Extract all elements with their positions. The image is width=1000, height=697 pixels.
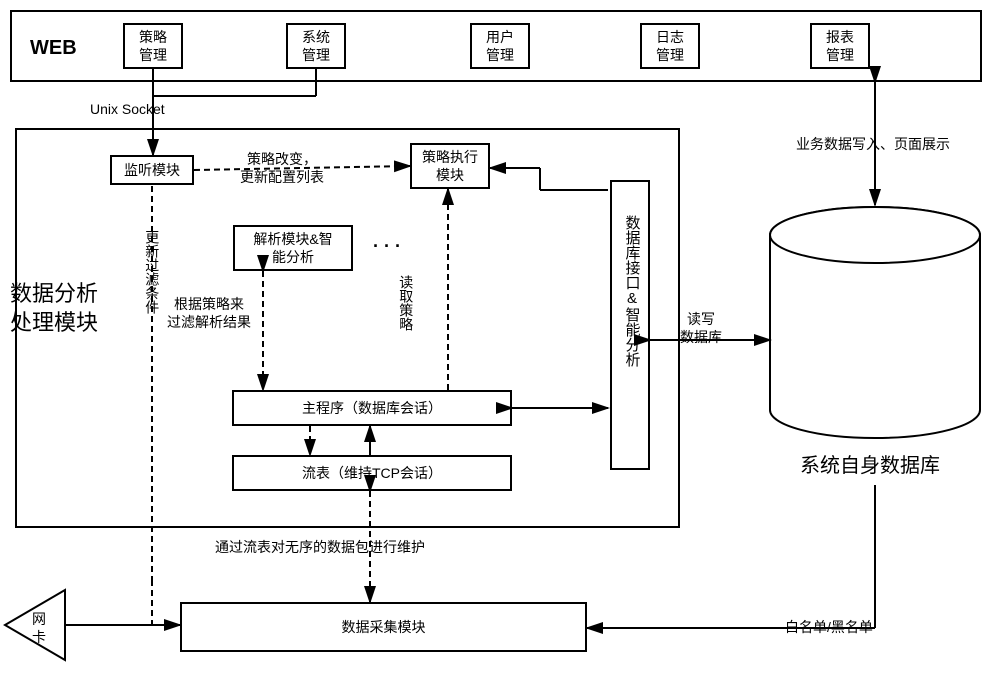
listen-module: 监听模块 (110, 155, 194, 185)
collect-module: 数据采集模块 (180, 602, 587, 652)
main-program: 主程序（数据库会话） (232, 390, 512, 426)
menu-user: 用户 管理 (470, 23, 530, 69)
biz-write-label: 业务数据写入、页面展示 (796, 135, 950, 153)
rw-db-label: 读写 数据库 (680, 310, 722, 346)
own-db-label: 系统自身数据库 (800, 453, 940, 479)
flow-maintain-label: 通过流表对无序的数据包进行维护 (215, 538, 425, 556)
read-policy-label: 读取策略 (397, 275, 415, 331)
flow-table: 流表（维持TCP会话） (232, 455, 512, 491)
filter-result-label: 根据策略来 过滤解析结果 (167, 295, 251, 331)
menu-system: 系统 管理 (286, 23, 346, 69)
unix-socket-label: Unix Socket (90, 100, 165, 118)
menu-report: 报表 管理 (810, 23, 870, 69)
whitelist-label: 白名单/黑名单 (785, 618, 873, 636)
web-title: WEB (30, 35, 77, 61)
analysis-module-label: 数据分析 处理模块 (10, 280, 98, 337)
db-interface-label: 数据库接口&智能分析 (622, 215, 642, 367)
menu-log: 日志 管理 (640, 23, 700, 69)
nic-label: 网 卡 (32, 610, 46, 646)
parse-module: 解析模块&智 能分析 (233, 225, 353, 271)
policy-exec-module: 策略执行 模块 (410, 143, 490, 189)
menu-policy: 策略 管理 (123, 23, 183, 69)
update-filter-label: 更新过滤条件 (143, 230, 161, 314)
policy-change-label: 策略改变， 更新配置列表 (240, 150, 324, 186)
dots: · · · (373, 235, 401, 258)
